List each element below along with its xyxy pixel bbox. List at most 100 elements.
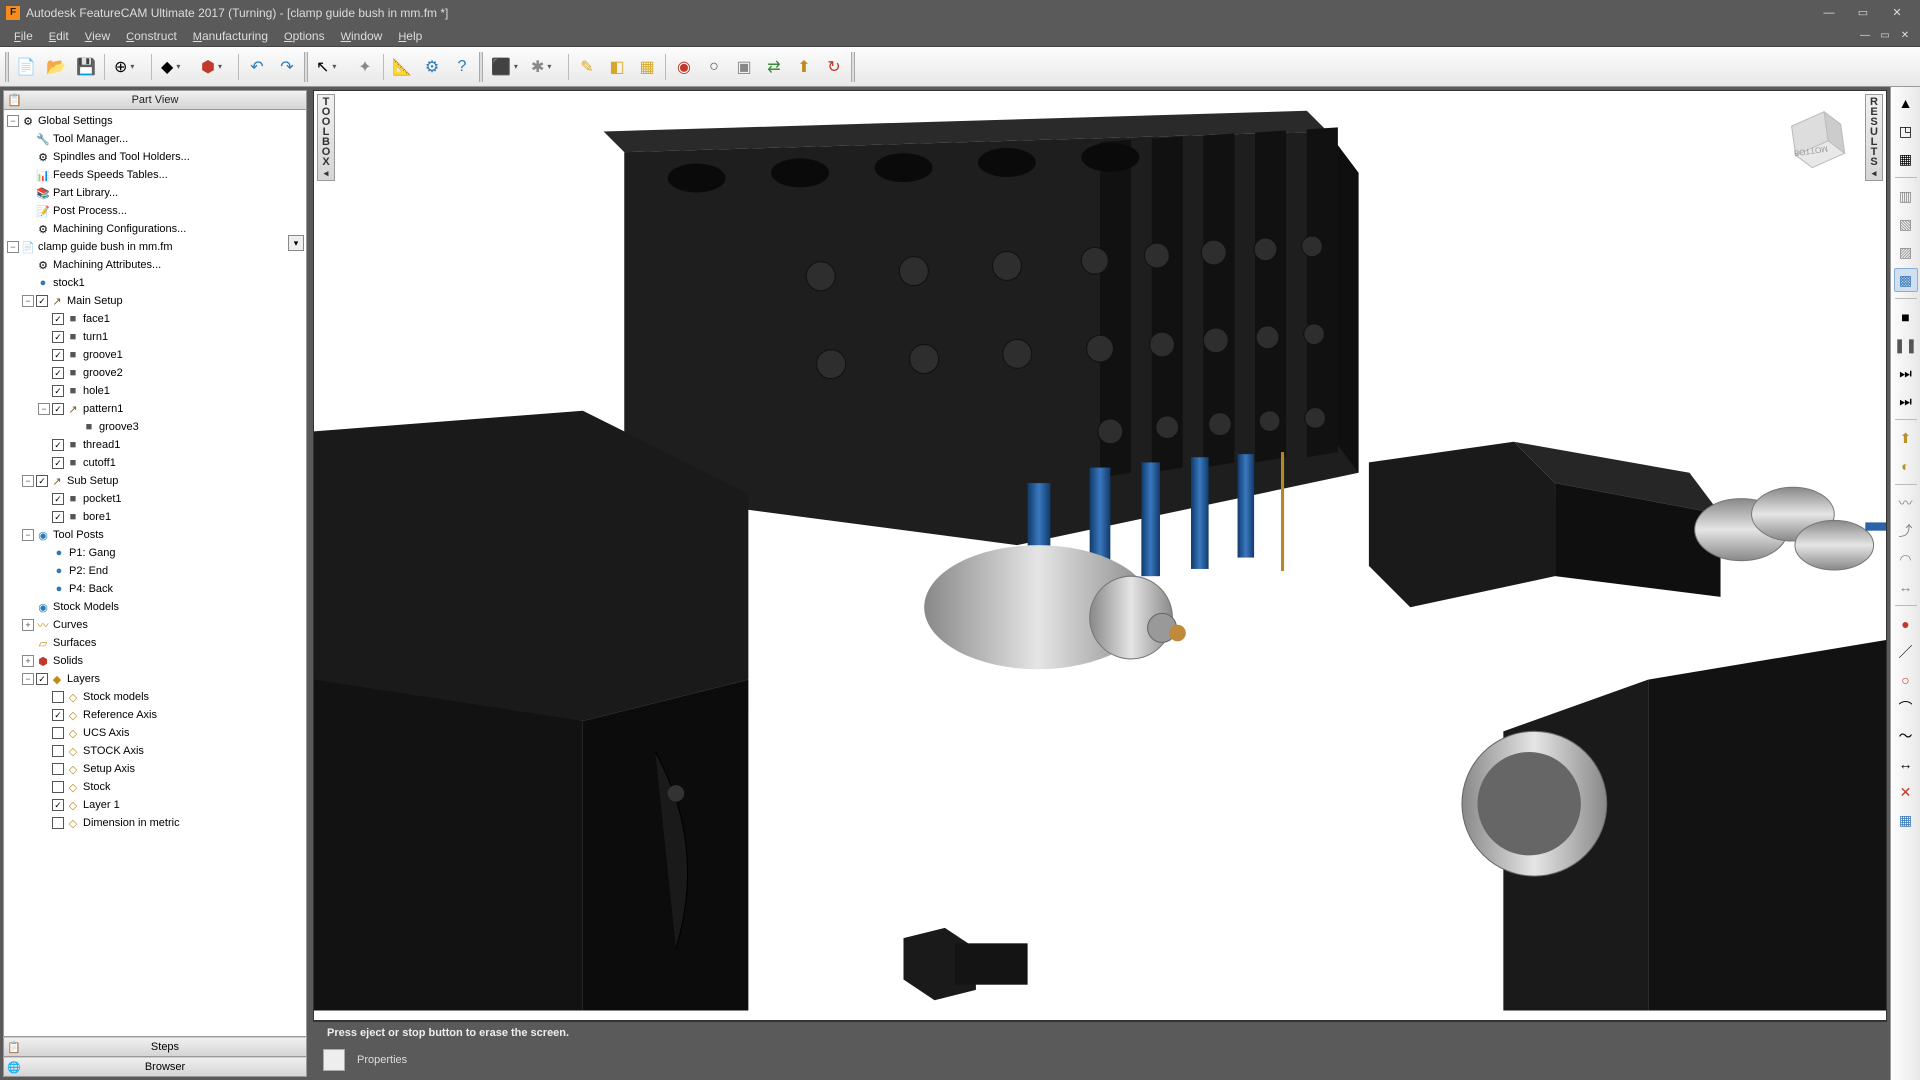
checkbox[interactable]: ✓ <box>52 709 64 721</box>
tree-pattern1[interactable]: −✓↗pattern1 <box>4 400 306 418</box>
principal-view-button[interactable]: ▲ <box>1894 91 1918 115</box>
checkbox[interactable]: ✓ <box>52 367 64 379</box>
3d-viewport[interactable]: TOOLBOX◂ RESULTS◂ BOTTOM <box>313 90 1887 1021</box>
part-view-tree[interactable]: ▾ −⚙Global Settings 🔧Tool Manager... ⚙Sp… <box>3 110 307 1037</box>
tree-surfaces[interactable]: ▱Surfaces <box>4 634 306 652</box>
help-button[interactable]: ? <box>448 53 476 81</box>
isometric-view-button[interactable]: ◳ <box>1894 119 1918 143</box>
shaded-edges-button[interactable]: ▩ <box>1894 268 1918 292</box>
tree-file[interactable]: −📄clamp guide bush in mm.fm <box>4 238 306 256</box>
checkbox[interactable] <box>52 817 64 829</box>
tree-machining-config[interactable]: ⚙Machining Configurations... <box>4 220 306 238</box>
curve-button[interactable]: 〰 <box>1894 491 1918 515</box>
snap-dim-button[interactable]: ↔ <box>1894 752 1918 776</box>
tree-solids[interactable]: +⬢Solids <box>4 652 306 670</box>
browser-button[interactable]: 🌐Browser <box>3 1057 307 1077</box>
view-cube-button[interactable]: ⬛ <box>486 53 524 81</box>
tree-machining-attr[interactable]: ⚙Machining Attributes... <box>4 256 306 274</box>
mdi-restore-button[interactable]: ▭ <box>1876 29 1894 43</box>
sim-centerline-button[interactable]: ○ <box>700 53 728 81</box>
tree-stock1[interactable]: ●stock1 <box>4 274 306 292</box>
snap-line-button[interactable]: ／ <box>1894 640 1918 664</box>
checkbox[interactable]: ✓ <box>52 493 64 505</box>
tree-turn1[interactable]: ✓■turn1 <box>4 328 306 346</box>
checkbox[interactable] <box>52 691 64 703</box>
tree-p2-end[interactable]: ●P2: End <box>4 562 306 580</box>
point-button[interactable]: ⤴ <box>1894 519 1918 543</box>
checkbox[interactable] <box>52 745 64 757</box>
shade-button[interactable]: ▦ <box>1894 147 1918 171</box>
tree-curves[interactable]: +〰Curves <box>4 616 306 634</box>
properties-bar[interactable]: Properties <box>313 1043 1887 1077</box>
dim-button[interactable]: ↔ <box>1894 575 1918 599</box>
results-tab[interactable]: RESULTS◂ <box>1865 94 1883 181</box>
toolbar-grip[interactable] <box>851 52 855 82</box>
layers-button[interactable]: ◆ <box>156 53 194 81</box>
toolbar-grip[interactable] <box>5 52 9 82</box>
checkbox[interactable]: ✓ <box>52 349 64 361</box>
menu-edit[interactable]: Edit <box>41 27 77 45</box>
menu-help[interactable]: Help <box>390 27 430 45</box>
snap-intersect-button[interactable]: ✕ <box>1894 780 1918 804</box>
tree-layer-setup-axis[interactable]: ◇Setup Axis <box>4 760 306 778</box>
tree-tool-posts[interactable]: −◉Tool Posts <box>4 526 306 544</box>
tree-hole1[interactable]: ✓■hole1 <box>4 382 306 400</box>
tree-layer-stock-axis[interactable]: ◇STOCK Axis <box>4 742 306 760</box>
snap-curve-button[interactable]: 〜 <box>1894 724 1918 748</box>
maximize-button[interactable]: ▭ <box>1846 3 1880 23</box>
tree-groove2[interactable]: ✓■groove2 <box>4 364 306 382</box>
snap-point-button[interactable]: ● <box>1894 612 1918 636</box>
checkbox[interactable] <box>52 781 64 793</box>
feature-button-1[interactable]: ✎ <box>573 53 601 81</box>
tree-face1[interactable]: ✓■face1 <box>4 310 306 328</box>
tree-sub-setup[interactable]: −✓↗Sub Setup <box>4 472 306 490</box>
mdi-minimize-button[interactable]: — <box>1856 29 1874 43</box>
menu-window[interactable]: Window <box>333 27 391 45</box>
sim-3d-button[interactable]: ◉ <box>670 53 698 81</box>
toolbar-grip[interactable] <box>479 52 483 82</box>
tree-cutoff1[interactable]: ✓■cutoff1 <box>4 454 306 472</box>
feature-button-2[interactable]: ◧ <box>603 53 631 81</box>
steps-button[interactable]: 📋Steps <box>3 1037 307 1057</box>
shaded-button[interactable]: ▨ <box>1894 240 1918 264</box>
snap-grid-button[interactable]: ▦ <box>1894 808 1918 832</box>
tree-groove1[interactable]: ✓■groove1 <box>4 346 306 364</box>
menu-options[interactable]: Options <box>276 27 333 45</box>
checkbox[interactable] <box>52 727 64 739</box>
drill-button[interactable]: ⬆ <box>1894 426 1918 450</box>
tree-main-setup[interactable]: −✓↗Main Setup <box>4 292 306 310</box>
sim-stop-button[interactable]: ■ <box>1894 305 1918 329</box>
tree-layer-dimension[interactable]: ◇Dimension in metric <box>4 814 306 832</box>
solids-button[interactable]: ⬢ <box>196 53 234 81</box>
tree-dropdown-button[interactable]: ▾ <box>288 235 304 251</box>
sim-pause-button[interactable]: ❚❚ <box>1894 333 1918 357</box>
tree-thread1[interactable]: ✓■thread1 <box>4 436 306 454</box>
tree-part-library[interactable]: 📚Part Library... <box>4 184 306 202</box>
checkbox[interactable]: ✓ <box>36 475 48 487</box>
setup-button[interactable]: ✱ <box>526 53 564 81</box>
tree-p4-back[interactable]: ●P4: Back <box>4 580 306 598</box>
checkbox[interactable]: ✓ <box>52 511 64 523</box>
new-file-button[interactable]: 📄 <box>12 53 40 81</box>
face-button[interactable]: ◐ <box>1894 454 1918 478</box>
part-view-header[interactable]: 📋 Part View <box>3 90 307 110</box>
tree-spindles[interactable]: ⚙Spindles and Tool Holders... <box>4 148 306 166</box>
post-button[interactable]: ⬆ <box>790 53 818 81</box>
toolbar-grip[interactable] <box>304 52 308 82</box>
tree-post-process[interactable]: 📝Post Process... <box>4 202 306 220</box>
checkbox[interactable]: ✓ <box>36 673 48 685</box>
tree-layers[interactable]: −✓◆Layers <box>4 670 306 688</box>
mdi-close-button[interactable]: ✕ <box>1896 29 1914 43</box>
checkbox[interactable]: ✓ <box>52 385 64 397</box>
tree-layer-ucs-axis[interactable]: ◇UCS Axis <box>4 724 306 742</box>
tree-groove3[interactable]: ■groove3 <box>4 418 306 436</box>
tree-bore1[interactable]: ✓■bore1 <box>4 508 306 526</box>
snap-arc-button[interactable]: ⌒ <box>1894 696 1918 720</box>
tree-p1-gang[interactable]: ●P1: Gang <box>4 544 306 562</box>
tree-layer-1[interactable]: ✓◇Layer 1 <box>4 796 306 814</box>
checkbox[interactable]: ✓ <box>36 295 48 307</box>
save-file-button[interactable]: 💾 <box>72 53 100 81</box>
checkbox[interactable] <box>52 763 64 775</box>
transform-button[interactable]: ✦ <box>351 53 379 81</box>
refresh-button[interactable]: ↻ <box>820 53 848 81</box>
